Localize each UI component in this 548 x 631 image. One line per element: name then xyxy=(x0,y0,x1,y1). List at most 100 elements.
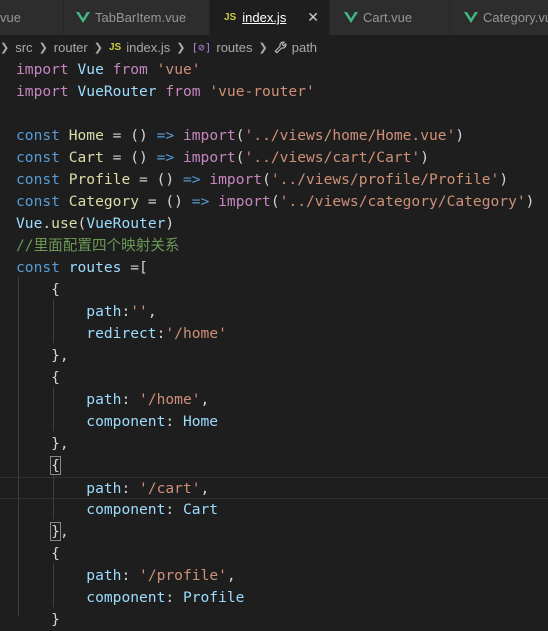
code-token: Category xyxy=(68,193,140,210)
code-line[interactable]: import VueRouter from 'vue-router' xyxy=(0,81,548,103)
code-token: , xyxy=(147,303,157,320)
code-token: '/profile' xyxy=(139,567,227,584)
code-line[interactable]: { xyxy=(0,367,548,389)
code-line[interactable]: redirect:'/home' xyxy=(0,323,548,345)
code-token: import xyxy=(182,149,236,166)
code-token: { xyxy=(16,281,60,298)
tab-label: vue xyxy=(0,10,21,25)
breadcrumb-index-js[interactable]: index.js xyxy=(126,40,170,55)
code-token: Vue xyxy=(77,61,104,78)
breadcrumb-routes[interactable]: routes xyxy=(216,40,252,55)
code-token: , xyxy=(200,391,210,408)
chevron-right-icon: ❯ xyxy=(176,41,186,54)
code-token: const xyxy=(16,259,60,276)
code-line[interactable]: }, xyxy=(0,433,548,455)
code-text: { xyxy=(16,367,60,389)
code-line[interactable]: const Category = () => import('../views/… xyxy=(0,191,548,213)
code-line[interactable]: component: Profile xyxy=(0,587,548,609)
code-token: ) xyxy=(525,193,535,210)
code-line[interactable]: path: '/home', xyxy=(0,389,548,411)
code-token: ( xyxy=(235,127,245,144)
code-token: from xyxy=(112,61,148,78)
chevron-right-icon: ❯ xyxy=(38,41,48,54)
breadcrumb-router[interactable]: router xyxy=(54,40,88,55)
code-line[interactable] xyxy=(0,103,548,125)
code-line-current[interactable]: path: '/cart', xyxy=(0,477,548,499)
code-token: 'vue-router' xyxy=(209,83,315,100)
code-token: Profile xyxy=(68,171,131,188)
code-token: import xyxy=(16,61,69,78)
code-token: Home xyxy=(182,413,219,430)
code-token: import xyxy=(182,127,236,144)
code-token: ( xyxy=(270,193,280,210)
code-line[interactable]: const Home = () => import('../views/home… xyxy=(0,125,548,147)
code-token: : xyxy=(165,413,183,430)
code-token: =[ xyxy=(121,259,148,276)
tab-vue[interactable]: vue xyxy=(0,0,64,35)
code-token: path xyxy=(86,567,122,584)
code-line[interactable]: const Profile = () => import('../views/p… xyxy=(0,169,548,191)
code-token: component xyxy=(86,413,166,430)
code-text: const Cart = () => import('../views/cart… xyxy=(16,147,429,169)
code-text: redirect:'/home' xyxy=(16,323,227,345)
code-line[interactable]: { xyxy=(0,279,548,301)
code-text: }, xyxy=(16,345,69,367)
code-editor[interactable]: import Vue from 'vue' import VueRouter fr… xyxy=(0,59,548,628)
code-token: ) xyxy=(499,171,509,188)
code-line[interactable]: }, xyxy=(0,345,548,367)
code-line[interactable]: component: Cart xyxy=(0,499,548,521)
tab-cart-vue[interactable]: Cart.vue xyxy=(330,0,450,35)
code-line[interactable]: { xyxy=(0,455,548,477)
code-line[interactable]: path: '/profile', xyxy=(0,565,548,587)
code-token: VueRouter xyxy=(86,215,166,232)
code-line[interactable]: const Cart = () => import('../views/cart… xyxy=(0,147,548,169)
code-token: => xyxy=(191,193,210,210)
js-icon: JS xyxy=(224,12,237,23)
code-token: '../views/profile/Profile' xyxy=(270,171,500,188)
tab-index-js[interactable]: JS index.js ✕ xyxy=(210,0,330,35)
code-token: { xyxy=(16,369,60,386)
close-icon[interactable]: ✕ xyxy=(307,9,319,26)
code-token: from xyxy=(165,83,201,100)
code-token: routes xyxy=(68,259,122,276)
code-token: Cart xyxy=(182,501,219,518)
code-line[interactable]: }, xyxy=(0,521,548,543)
code-token: 'vue' xyxy=(156,61,201,78)
code-token: import xyxy=(16,83,69,100)
breadcrumb-src[interactable]: src xyxy=(15,40,32,55)
tab-category-vue[interactable]: Category.vue xyxy=(450,0,548,35)
code-text: path: '/cart', xyxy=(16,478,209,500)
code-text: const Profile = () => import('../views/p… xyxy=(16,169,508,191)
tab-tabbaritem-vue[interactable]: TabBarItem.vue xyxy=(64,0,210,35)
code-token: : xyxy=(121,567,140,584)
code-line[interactable]: component: Home xyxy=(0,411,548,433)
code-line[interactable]: { xyxy=(0,543,548,565)
code-line[interactable]: Vue.use(VueRouter) xyxy=(0,213,548,235)
code-line[interactable]: import Vue from 'vue' xyxy=(0,59,548,81)
breadcrumb-path[interactable]: path xyxy=(292,40,317,55)
code-text: //里面配置四个映射关系 xyxy=(16,235,180,257)
code-line[interactable]: } xyxy=(0,609,548,631)
code-token: = () xyxy=(103,127,157,144)
code-line[interactable]: path:'', xyxy=(0,301,548,323)
code-text: import VueRouter from 'vue-router' xyxy=(16,81,315,103)
code-token: { xyxy=(16,545,60,562)
code-line[interactable]: const routes =[ xyxy=(0,257,548,279)
code-line[interactable]: //里面配置四个映射关系 xyxy=(0,235,548,257)
code-token: => xyxy=(182,171,201,188)
code-token: path xyxy=(86,480,122,497)
vue-icon xyxy=(76,12,90,23)
code-token: , xyxy=(226,567,236,584)
